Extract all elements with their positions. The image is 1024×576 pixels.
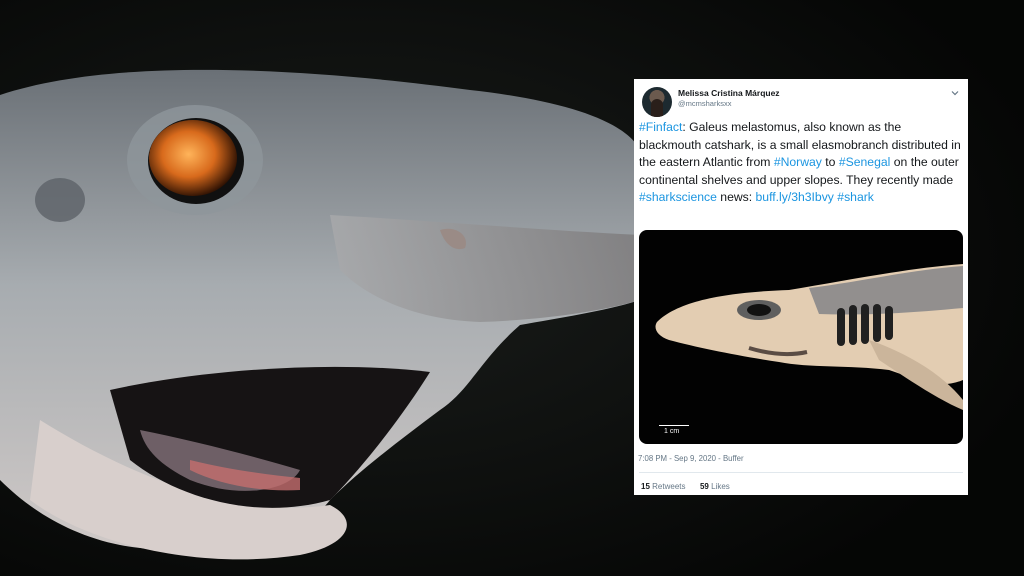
likes-label: Likes [711,482,730,491]
tweet-media-image[interactable]: 1 cm [639,230,963,444]
scale-bar [659,425,689,426]
tweet-text: #Finfact: Galeus melastomus, also known … [639,119,964,207]
retweets-stat[interactable]: 15 Retweets [641,482,686,491]
tweet-text-segment: to [821,155,839,169]
tweet-link[interactable]: #sharkscience [639,190,717,204]
tweet-link[interactable]: #Senegal [839,155,891,169]
tweet-link[interactable]: #Norway [774,155,822,169]
tweet-card[interactable]: Melissa Cristina Márquez @mcmsharksxx #F… [634,79,968,495]
catshark-specimen-photo [655,264,963,410]
tweet-link[interactable]: #shark [837,190,874,204]
chevron-down-icon[interactable] [950,88,960,98]
tweet-link[interactable]: #Finfact [639,120,682,134]
divider [639,472,963,473]
tweet-timestamp[interactable]: 7:08 PM - Sep 9, 2020 - Buffer [638,454,744,463]
user-handle[interactable]: @mcmsharksxx [678,99,731,108]
tweet-stats: 15 Retweets 59 Likes [641,482,730,491]
retweets-count: 15 [641,482,650,491]
tweet-link[interactable]: buff.ly/3h3Ibvy [756,190,834,204]
scale-label: 1 cm [664,428,680,435]
avatar[interactable] [642,87,672,117]
tweet-text-segment: news: [716,190,756,204]
likes-stat[interactable]: 59 Likes [700,482,730,491]
likes-count: 59 [699,482,709,491]
display-name[interactable]: Melissa Cristina Márquez [678,88,780,98]
retweets-label: Retweets [652,482,686,491]
